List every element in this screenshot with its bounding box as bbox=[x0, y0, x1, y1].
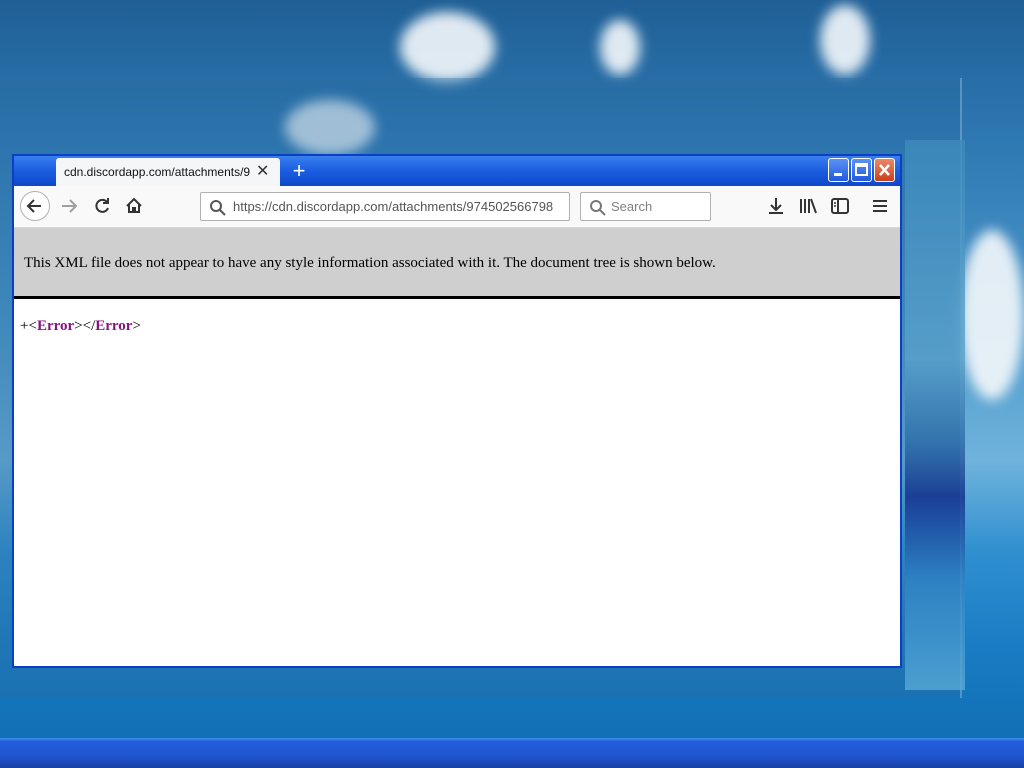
address-bar[interactable]: https://cdn.discordapp.com/attachments/9… bbox=[200, 192, 570, 221]
arrow-right-icon bbox=[62, 199, 78, 213]
xml-info-text: This XML file does not appear to have an… bbox=[24, 255, 716, 271]
download-icon bbox=[769, 198, 783, 214]
downloads-button[interactable] bbox=[766, 196, 786, 216]
taskbar bbox=[0, 738, 1024, 768]
search-bar[interactable]: Search bbox=[580, 192, 711, 221]
arrow-left-icon bbox=[26, 199, 41, 213]
close-tab-icon[interactable]: ✕ bbox=[256, 164, 269, 180]
reload-icon bbox=[95, 198, 109, 213]
home-button[interactable] bbox=[120, 192, 148, 220]
reload-button[interactable] bbox=[88, 192, 116, 220]
search-placeholder: Search bbox=[611, 199, 653, 214]
close-bracket: > bbox=[132, 318, 141, 334]
tag-separator: ></ bbox=[74, 318, 96, 334]
maximize-icon bbox=[855, 163, 868, 176]
minimize-icon bbox=[834, 173, 842, 176]
forward-button[interactable] bbox=[56, 192, 84, 220]
background-cloud bbox=[400, 12, 495, 82]
browser-tab[interactable]: cdn.discordapp.com/attachments/974502566… bbox=[56, 158, 280, 186]
page-content: This XML file does not appear to have an… bbox=[14, 228, 900, 666]
hamburger-menu-icon bbox=[873, 200, 887, 212]
background-cloud bbox=[820, 5, 870, 75]
search-icon bbox=[590, 200, 606, 216]
browser-window: cdn.discordapp.com/attachments/974502566… bbox=[12, 154, 902, 668]
xml-tree: +<Error></Error> bbox=[20, 318, 141, 335]
title-bar[interactable]: cdn.discordapp.com/attachments/974502566… bbox=[14, 156, 900, 186]
tab-title: cdn.discordapp.com/attachments/974502566… bbox=[64, 165, 250, 179]
close-window-button[interactable] bbox=[874, 158, 895, 182]
sidebar-icon bbox=[831, 198, 849, 214]
xml-info-banner: This XML file does not appear to have an… bbox=[14, 228, 900, 299]
library-button[interactable] bbox=[798, 196, 818, 216]
minimize-button[interactable] bbox=[828, 158, 849, 182]
address-bar-url: https://cdn.discordapp.com/attachments/9… bbox=[233, 199, 554, 214]
background-cloud bbox=[960, 230, 1024, 400]
home-icon bbox=[126, 197, 142, 213]
back-button[interactable] bbox=[20, 191, 50, 221]
background-cloud bbox=[600, 20, 640, 75]
maximize-button[interactable] bbox=[851, 158, 872, 182]
sidebar-toggle-button[interactable] bbox=[830, 196, 850, 216]
open-tag-name: Error bbox=[36, 318, 75, 334]
library-icon bbox=[800, 198, 817, 214]
close-tag-name: Error bbox=[95, 318, 133, 334]
navigation-toolbar: https://cdn.discordapp.com/attachments/9… bbox=[14, 186, 900, 228]
close-icon bbox=[879, 164, 890, 176]
new-tab-button[interactable]: + bbox=[286, 158, 312, 184]
search-icon bbox=[210, 200, 226, 216]
open-bracket: < bbox=[28, 318, 37, 334]
menu-button[interactable] bbox=[870, 196, 890, 216]
ghost-strip-artifact bbox=[905, 140, 965, 690]
